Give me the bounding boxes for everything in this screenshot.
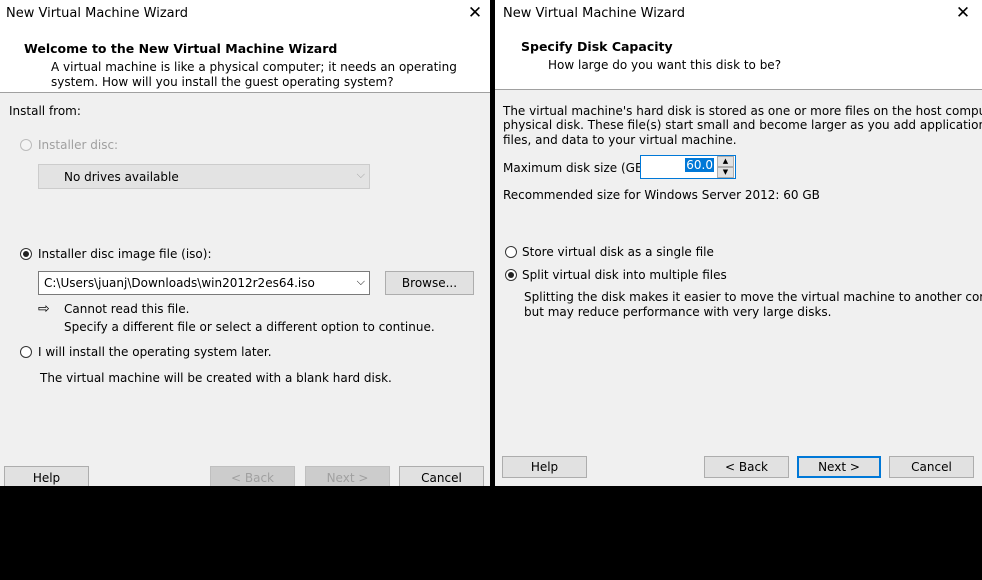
split-note-line1: Splitting the disk makes it easier to mo…: [524, 290, 982, 304]
install-from-label: Install from:: [9, 104, 81, 118]
wizard-header: Welcome to the New Virtual Machine Wizar…: [0, 28, 490, 93]
wizard-header: Specify Disk Capacity How large do you w…: [495, 28, 982, 90]
single-file-label: Store virtual disk as a single file: [522, 245, 714, 259]
installer-iso-radio[interactable]: [20, 248, 32, 260]
install-later-radio[interactable]: [20, 346, 32, 358]
stepper-down-icon[interactable]: ▼: [717, 167, 734, 178]
split-files-radio[interactable]: [505, 269, 517, 281]
close-icon[interactable]: ✕: [465, 3, 485, 23]
max-disk-size-label: Maximum disk size (GB):: [503, 161, 652, 175]
split-note-line2: but may reduce performance with very lar…: [524, 305, 832, 319]
cancel-button[interactable]: Cancel: [889, 456, 974, 478]
back-button[interactable]: < Back: [704, 456, 789, 478]
disk-description-line1: The virtual machine's hard disk is store…: [503, 104, 982, 118]
installer-iso-label: Installer disc image file (iso):: [38, 247, 212, 261]
window-title: New Virtual Machine Wizard: [503, 6, 685, 21]
header-subtitle-line2: system. How will you install the guest o…: [51, 75, 394, 89]
single-file-radio[interactable]: [505, 246, 517, 258]
install-later-note: The virtual machine will be created with…: [40, 371, 392, 385]
stepper-up-icon[interactable]: ▲: [717, 156, 734, 167]
window-title: New Virtual Machine Wizard: [6, 6, 188, 21]
next-button[interactable]: Next >: [305, 466, 390, 486]
disk-description-line2: physical disk. These file(s) start small…: [503, 118, 982, 132]
chevron-down-icon[interactable]: ⌵: [357, 275, 365, 289]
cancel-button[interactable]: Cancel: [399, 466, 484, 486]
iso-path-value: C:\Users\juanj\Downloads\win2012r2es64.i…: [44, 276, 315, 290]
installer-disc-radio[interactable]: [20, 139, 32, 151]
help-button[interactable]: Help: [502, 456, 587, 478]
max-disk-size-value: 60.0: [685, 158, 714, 172]
installer-disc-label: Installer disc:: [38, 138, 119, 152]
disk-size-stepper[interactable]: ▲ ▼: [717, 155, 734, 179]
split-files-label: Split virtual disk into multiple files: [522, 268, 727, 282]
warning-text-line1: Cannot read this file.: [64, 302, 190, 316]
install-later-label: I will install the operating system late…: [38, 345, 272, 359]
help-button[interactable]: Help: [4, 466, 89, 486]
header-subtitle-line1: A virtual machine is like a physical com…: [51, 60, 457, 74]
title-bar: New Virtual Machine Wizard ✕: [0, 0, 490, 28]
warning-text-line2: Specify a different file or select a dif…: [64, 320, 435, 334]
iso-path-input[interactable]: C:\Users\juanj\Downloads\win2012r2es64.i…: [38, 271, 370, 295]
next-button[interactable]: Next >: [797, 456, 881, 478]
close-icon[interactable]: ✕: [953, 3, 973, 23]
header-title: Specify Disk Capacity: [521, 39, 673, 54]
browse-button[interactable]: Browse...: [385, 271, 474, 295]
chevron-down-icon: ⌵: [356, 168, 365, 181]
header-subtitle: How large do you want this disk to be?: [548, 58, 782, 72]
header-title: Welcome to the New Virtual Machine Wizar…: [24, 41, 338, 56]
disc-drive-value: No drives available: [64, 170, 179, 184]
install-wizard-window: New Virtual Machine Wizard ✕ Welcome to …: [0, 0, 490, 486]
disk-capacity-lower: Recommended size for Windows Server 2012…: [495, 185, 982, 486]
title-bar: New Virtual Machine Wizard ✕: [495, 0, 982, 28]
disc-drive-select[interactable]: No drives available ⌵: [38, 164, 370, 189]
recommended-size-text: Recommended size for Windows Server 2012…: [503, 188, 820, 202]
disk-description-line3: files, and data to your virtual machine.: [503, 133, 737, 147]
arrow-right-icon: ⇨: [38, 301, 50, 317]
back-button[interactable]: < Back: [210, 466, 295, 486]
